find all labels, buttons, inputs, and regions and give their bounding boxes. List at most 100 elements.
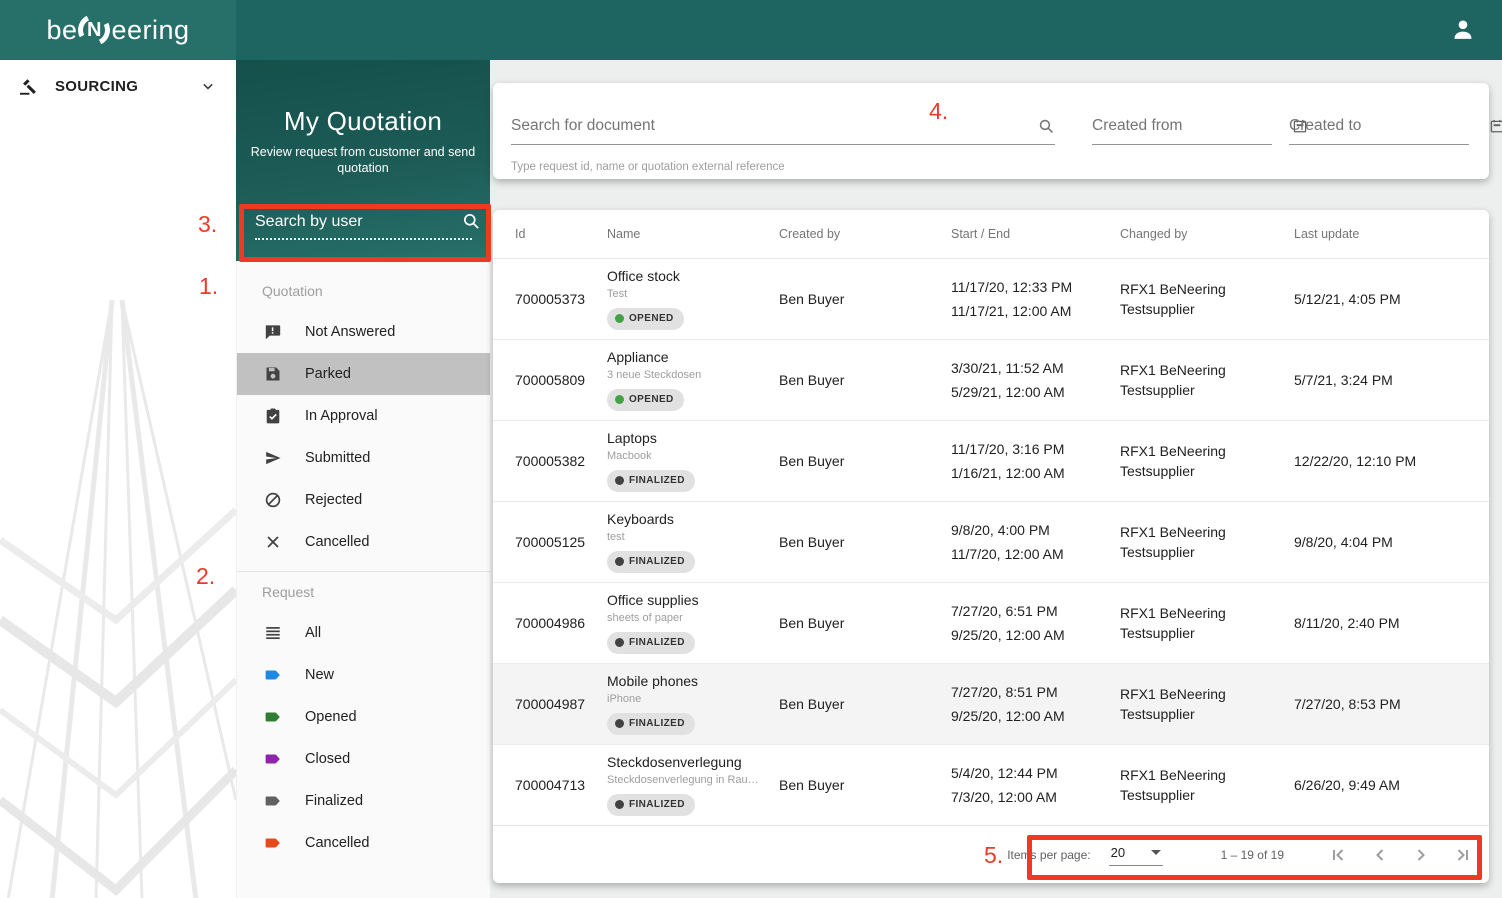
row-last-update: 8/11/20, 2:40 PM xyxy=(1294,613,1489,633)
row-start-end: 3/30/21, 11:52 AM5/29/21, 12:00 AM xyxy=(951,356,1120,404)
menu-item-cancelled-request[interactable]: Cancelled xyxy=(237,822,490,864)
row-created-by: Ben Buyer xyxy=(779,289,951,309)
status-badge: FINALIZED xyxy=(607,713,695,736)
menu-item-label: Closed xyxy=(305,751,350,767)
first-page-button[interactable] xyxy=(1326,842,1352,868)
status-badge: FINALIZED xyxy=(607,551,695,574)
created-from-field xyxy=(1092,117,1272,179)
created-to-input[interactable] xyxy=(1289,117,1489,135)
dropdown-caret-icon xyxy=(1151,850,1161,855)
status-dot xyxy=(615,638,624,647)
status-badge: FINALIZED xyxy=(607,632,695,655)
items-per-page-value: 20 xyxy=(1111,845,1125,860)
previous-page-button[interactable] xyxy=(1367,842,1393,868)
reorder-icon xyxy=(264,624,282,642)
row-created-by: Ben Buyer xyxy=(779,532,951,552)
table-row[interactable]: 700005125 Keyboards test FINALIZED Ben B… xyxy=(493,501,1489,582)
row-id: 700005382 xyxy=(515,451,607,471)
page: be N eering xyxy=(0,0,1502,898)
search-by-user-input[interactable] xyxy=(255,213,462,231)
table-row[interactable]: 700004713 Steckdosenverlegung Steckdosen… xyxy=(493,744,1489,825)
menu-item-new[interactable]: New xyxy=(237,654,490,696)
row-start-end: 7/27/20, 6:51 PM9/25/20, 12:00 AM xyxy=(951,599,1120,647)
menu-item-not-answered[interactable]: Not Answered xyxy=(237,311,490,353)
search-for-document-input[interactable] xyxy=(511,117,1038,135)
row-name-cell: Office supplies sheets of paper FINALIZE… xyxy=(607,592,779,654)
menu-item-parked[interactable]: Parked xyxy=(237,353,490,395)
app-bar: be N eering xyxy=(0,0,1502,60)
page-subtitle: Review request from customer and send qu… xyxy=(236,144,490,177)
table-row[interactable]: 700004987 Mobile phones iPhone FINALIZED… xyxy=(493,663,1489,744)
status-dot xyxy=(615,800,624,809)
row-start-end: 7/27/20, 8:51 PM9/25/20, 12:00 AM xyxy=(951,680,1120,728)
column-header-id: Id xyxy=(515,225,607,243)
row-start-end: 5/4/20, 12:44 PM7/3/20, 12:00 AM xyxy=(951,761,1120,809)
next-page-button[interactable] xyxy=(1408,842,1434,868)
table-row[interactable]: 700005373 Office stock Test OPENED Ben B… xyxy=(493,258,1489,339)
status-badge: FINALIZED xyxy=(607,794,695,817)
row-name-cell: Laptops Macbook FINALIZED xyxy=(607,430,779,492)
menu-item-label: Submitted xyxy=(305,450,370,466)
calendar-icon[interactable] xyxy=(1489,118,1502,134)
row-changed-by: RFX1 BeNeering Testsupplier xyxy=(1120,684,1270,725)
items-per-page-select[interactable]: 20 xyxy=(1109,843,1163,866)
menu-item-cancelled-quotation[interactable]: Cancelled xyxy=(237,521,490,563)
column-header-last-update: Last update xyxy=(1294,225,1489,243)
menu-item-opened[interactable]: Opened xyxy=(237,696,490,738)
table-row[interactable]: 700005382 Laptops Macbook FINALIZED Ben … xyxy=(493,420,1489,501)
row-last-update: 5/7/21, 3:24 PM xyxy=(1294,370,1489,390)
status-dot xyxy=(615,476,624,485)
page-title-block: My Quotation Review request from custome… xyxy=(236,60,490,177)
status-badge: OPENED xyxy=(607,389,684,412)
row-changed-by: RFX1 BeNeering Testsupplier xyxy=(1120,279,1270,320)
row-created-by: Ben Buyer xyxy=(779,613,951,633)
chevron-down-icon xyxy=(198,76,218,96)
table-row[interactable]: 700005809 Appliance 3 neue Steckdosen OP… xyxy=(493,339,1489,420)
label-icon xyxy=(264,750,282,768)
sidebar-item-sourcing[interactable]: SOURCING xyxy=(0,60,236,112)
row-name-cell: Keyboards test FINALIZED xyxy=(607,511,779,573)
label-icon xyxy=(264,708,282,726)
row-changed-by: RFX1 BeNeering Testsupplier xyxy=(1120,360,1270,401)
table-row[interactable]: 700004986 Office supplies sheets of pape… xyxy=(493,582,1489,663)
account-icon[interactable] xyxy=(1450,17,1476,43)
sidebar-item-label: SOURCING xyxy=(55,78,138,95)
pagination-bar: Items per page: 20 1 – 19 of 19 xyxy=(493,825,1489,883)
row-changed-by: RFX1 BeNeering Testsupplier xyxy=(1120,603,1270,644)
menu-section-label: Request xyxy=(237,574,490,612)
menu-item-finalized[interactable]: Finalized xyxy=(237,780,490,822)
close-icon xyxy=(264,533,282,551)
row-id: 700004987 xyxy=(515,694,607,714)
row-created-by: Ben Buyer xyxy=(779,775,951,795)
menu-item-closed[interactable]: Closed xyxy=(237,738,490,780)
created-to-field xyxy=(1289,117,1469,179)
menu-item-label: Cancelled xyxy=(305,835,370,851)
column-header-changed-by: Changed by xyxy=(1120,225,1294,243)
column-header-name: Name xyxy=(607,225,779,243)
search-icon[interactable] xyxy=(462,212,481,231)
brand-block: be N eering xyxy=(0,0,236,60)
created-from-input[interactable] xyxy=(1092,117,1292,135)
status-dot xyxy=(615,557,624,566)
label-icon xyxy=(264,834,282,852)
menu-item-in-approval[interactable]: In Approval xyxy=(237,395,490,437)
menu-item-submitted[interactable]: Submitted xyxy=(237,437,490,479)
send-icon xyxy=(264,449,282,467)
menu-item-all[interactable]: All xyxy=(237,612,490,654)
row-name-cell: Appliance 3 neue Steckdosen OPENED xyxy=(607,349,779,411)
menu-section-label: Quotation xyxy=(237,273,490,311)
menu-item-rejected[interactable]: Rejected xyxy=(237,479,490,521)
status-dot xyxy=(615,395,624,404)
row-start-end: 11/17/20, 3:16 PM1/16/21, 12:00 AM xyxy=(951,437,1120,485)
logo-n-medallion: N xyxy=(78,14,110,46)
last-page-button[interactable] xyxy=(1449,842,1475,868)
feedback-icon xyxy=(264,323,282,341)
row-created-by: Ben Buyer xyxy=(779,694,951,714)
row-last-update: 12/22/20, 12:10 PM xyxy=(1294,451,1489,471)
assignment-turned-in-icon xyxy=(264,407,282,425)
status-dot xyxy=(615,314,624,323)
status-badge: OPENED xyxy=(607,308,684,331)
column-header-start-end: Start / End xyxy=(951,225,1120,243)
pagination-nav xyxy=(1326,842,1475,868)
search-icon[interactable] xyxy=(1038,118,1055,135)
